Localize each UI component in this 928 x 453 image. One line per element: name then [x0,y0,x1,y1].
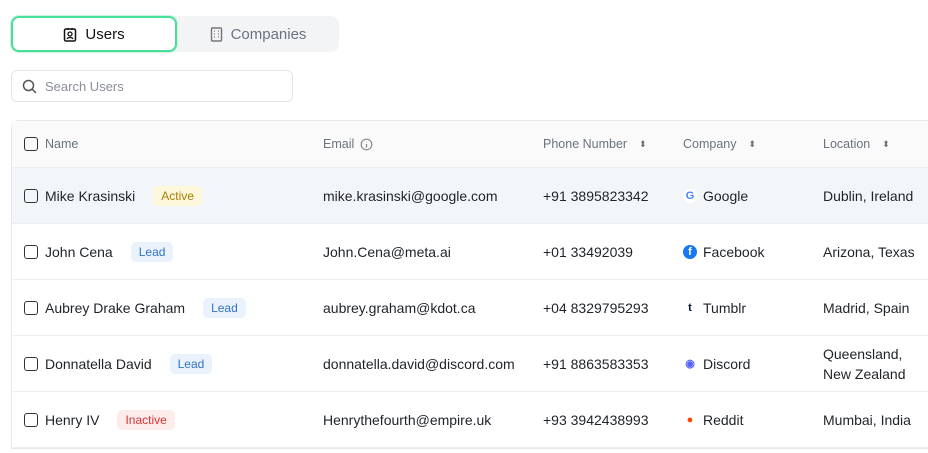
search-input[interactable] [45,78,265,94]
user-location: Queensland, New Zealand [823,345,906,382]
row-checkbox[interactable] [24,188,38,203]
user-company: Google [703,187,749,204]
status-badge: Lead [203,297,246,318]
user-name: Aubrey Drake Graham [45,299,186,316]
tab-users[interactable]: Users [11,16,177,52]
user-location: Arizona, Texas [823,243,915,260]
user-phone: +04 8329795293 [543,299,649,316]
tab-companies[interactable]: Companies [177,16,339,52]
user-email: donnatella.david@discord.com [323,355,515,372]
table-header: Name Email Phone Number ⬍ Company ⬍ Locati… [12,121,928,168]
status-badge: Inactive [117,409,175,430]
sort-icon: ⬍ [639,138,647,149]
user-email: John.Cena@meta.ai [323,243,451,260]
tumblr-icon: t [683,300,697,315]
info-icon[interactable] [360,138,373,151]
user-phone: +91 3895823342 [543,187,649,204]
reddit-icon: ● [683,412,697,427]
user-location: Dublin, Ireland [823,187,914,204]
view-tabs: Users Companies [11,16,339,52]
user-phone: +91 8863583353 [543,355,649,372]
sort-icon: ⬍ [748,138,757,149]
table-row[interactable]: Mike Krasinski Active mike.krasinski@goog… [12,168,928,224]
google-icon: G [683,188,697,203]
user-name: Mike Krasinski [45,187,136,204]
select-all-checkbox[interactable] [24,137,38,151]
user-company: Tumblr [703,299,747,316]
status-badge: Lead [169,353,213,374]
user-badge-icon [64,27,77,42]
user-phone: +93 3942438993 [543,411,649,428]
header-company: Company [683,137,737,151]
search-box [11,70,293,102]
user-name: John Cena [45,243,113,260]
search-icon [22,79,37,94]
user-company: Discord [703,355,751,372]
user-location: Madrid, Spain [823,299,910,316]
tab-label: Companies [230,25,307,43]
row-checkbox[interactable] [24,244,38,259]
table-row[interactable]: Henry IV Inactive Henrythefourth@empire.u… [12,392,928,448]
table-row[interactable]: Aubrey Drake Graham Lead aubrey.graham@kd… [12,280,928,336]
status-badge: Lead [130,241,174,262]
tab-label: Users [85,25,125,43]
user-location: Mumbai, India [823,411,911,428]
header-phone: Phone Number [543,137,628,151]
user-email: Henrythefourth@empire.uk [323,411,492,428]
table-row[interactable]: John Cena Lead John.Cena@meta.ai +01 3349… [12,224,928,280]
row-checkbox[interactable] [24,412,38,427]
discord-icon: ◉ [683,356,697,371]
user-phone: +01 33492039 [543,243,633,260]
row-checkbox[interactable] [24,356,38,371]
users-table: Name Email Phone Number ⬍ Company ⬍ Locati… [11,120,928,449]
sort-icon: ⬍ [882,138,890,149]
user-company: Facebook [703,243,765,260]
header-name: Name [45,137,79,151]
facebook-icon: f [683,244,697,259]
sort-company[interactable]: Company ⬍ [683,121,756,167]
sort-location[interactable]: Location ⬍ [823,121,890,167]
user-email: mike.krasinski@google.com [323,187,498,204]
header-email: Email [323,137,355,151]
user-email: aubrey.graham@kdot.ca [323,299,476,316]
sort-phone[interactable]: Phone Number ⬍ [543,121,647,167]
table-row[interactable]: Donnatella David Lead donnatella.david@di… [12,336,928,392]
user-name: Donnatella David [45,355,152,372]
building-icon [210,26,222,42]
user-name: Henry IV [45,411,100,428]
header-location: Location [823,137,871,151]
user-company: Reddit [703,411,744,428]
row-checkbox[interactable] [24,300,38,315]
status-badge: Active [153,185,202,206]
